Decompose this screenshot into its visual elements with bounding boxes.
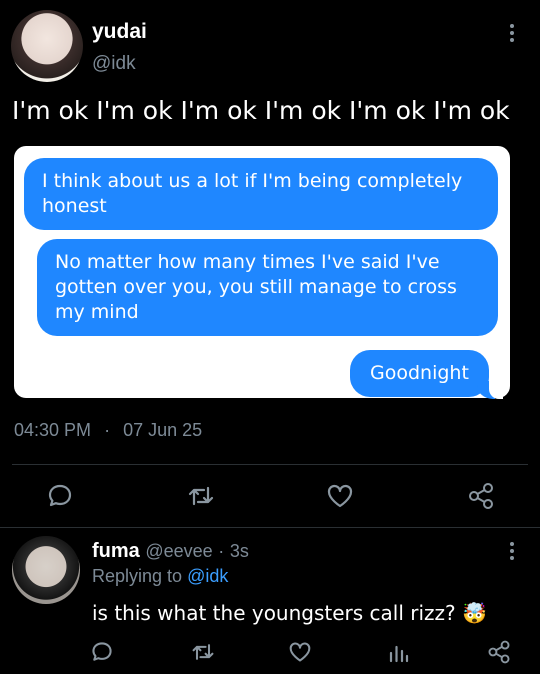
replying-to-handle[interactable]: @idk xyxy=(187,566,228,586)
exploding-head-emoji: 🤯 xyxy=(462,601,487,625)
author-display-name[interactable]: yudai xyxy=(92,20,147,44)
author-handle[interactable]: @idk xyxy=(92,53,136,75)
replying-to-label: Replying to xyxy=(92,566,183,586)
reply-header: fuma @eevee · 3s xyxy=(92,540,249,563)
message-bubble: Goodnight xyxy=(350,350,503,399)
author-avatar[interactable] xyxy=(11,10,83,82)
retweet-icon[interactable] xyxy=(190,640,216,664)
reply-author-avatar[interactable] xyxy=(12,536,80,604)
retweet-icon[interactable] xyxy=(186,482,216,510)
share-icon[interactable] xyxy=(486,639,512,665)
reply-text: is this what the youngsters call rizz? xyxy=(92,601,456,625)
comment-icon[interactable] xyxy=(90,640,114,664)
comment-icon[interactable] xyxy=(46,482,74,510)
timestamp-separator: · xyxy=(104,420,111,440)
divider xyxy=(12,464,528,465)
heart-icon[interactable] xyxy=(326,483,354,509)
heart-icon[interactable] xyxy=(288,641,312,663)
post-date: 07 Jun 25 xyxy=(123,420,203,440)
stats-icon[interactable] xyxy=(388,641,410,663)
divider xyxy=(0,527,540,528)
more-vertical-icon[interactable] xyxy=(506,22,518,44)
post-text: I'm ok I'm ok I'm ok I'm ok I'm ok I'm o… xyxy=(12,96,510,125)
reply-handle[interactable]: @eevee xyxy=(145,541,212,561)
share-icon[interactable] xyxy=(466,481,496,511)
message-bubble: I think about us a lot if I'm being comp… xyxy=(24,158,498,230)
reply-separator: · xyxy=(218,541,225,561)
reply-time: 3s xyxy=(229,541,249,561)
post-time: 04:30 PM xyxy=(14,420,92,440)
attached-image[interactable]: I think about us a lot if I'm being comp… xyxy=(14,146,510,399)
reply-text-row: is this what the youngsters call rizz? 🤯 xyxy=(92,601,487,625)
more-vertical-icon[interactable] xyxy=(506,540,518,562)
post-timestamp: 04:30 PM · 07 Jun 25 xyxy=(14,420,202,441)
replying-to: Replying to @idk xyxy=(92,566,228,587)
message-bubble: No matter how many times I've said I've … xyxy=(37,239,498,336)
reply-display-name[interactable]: fuma xyxy=(92,540,140,562)
